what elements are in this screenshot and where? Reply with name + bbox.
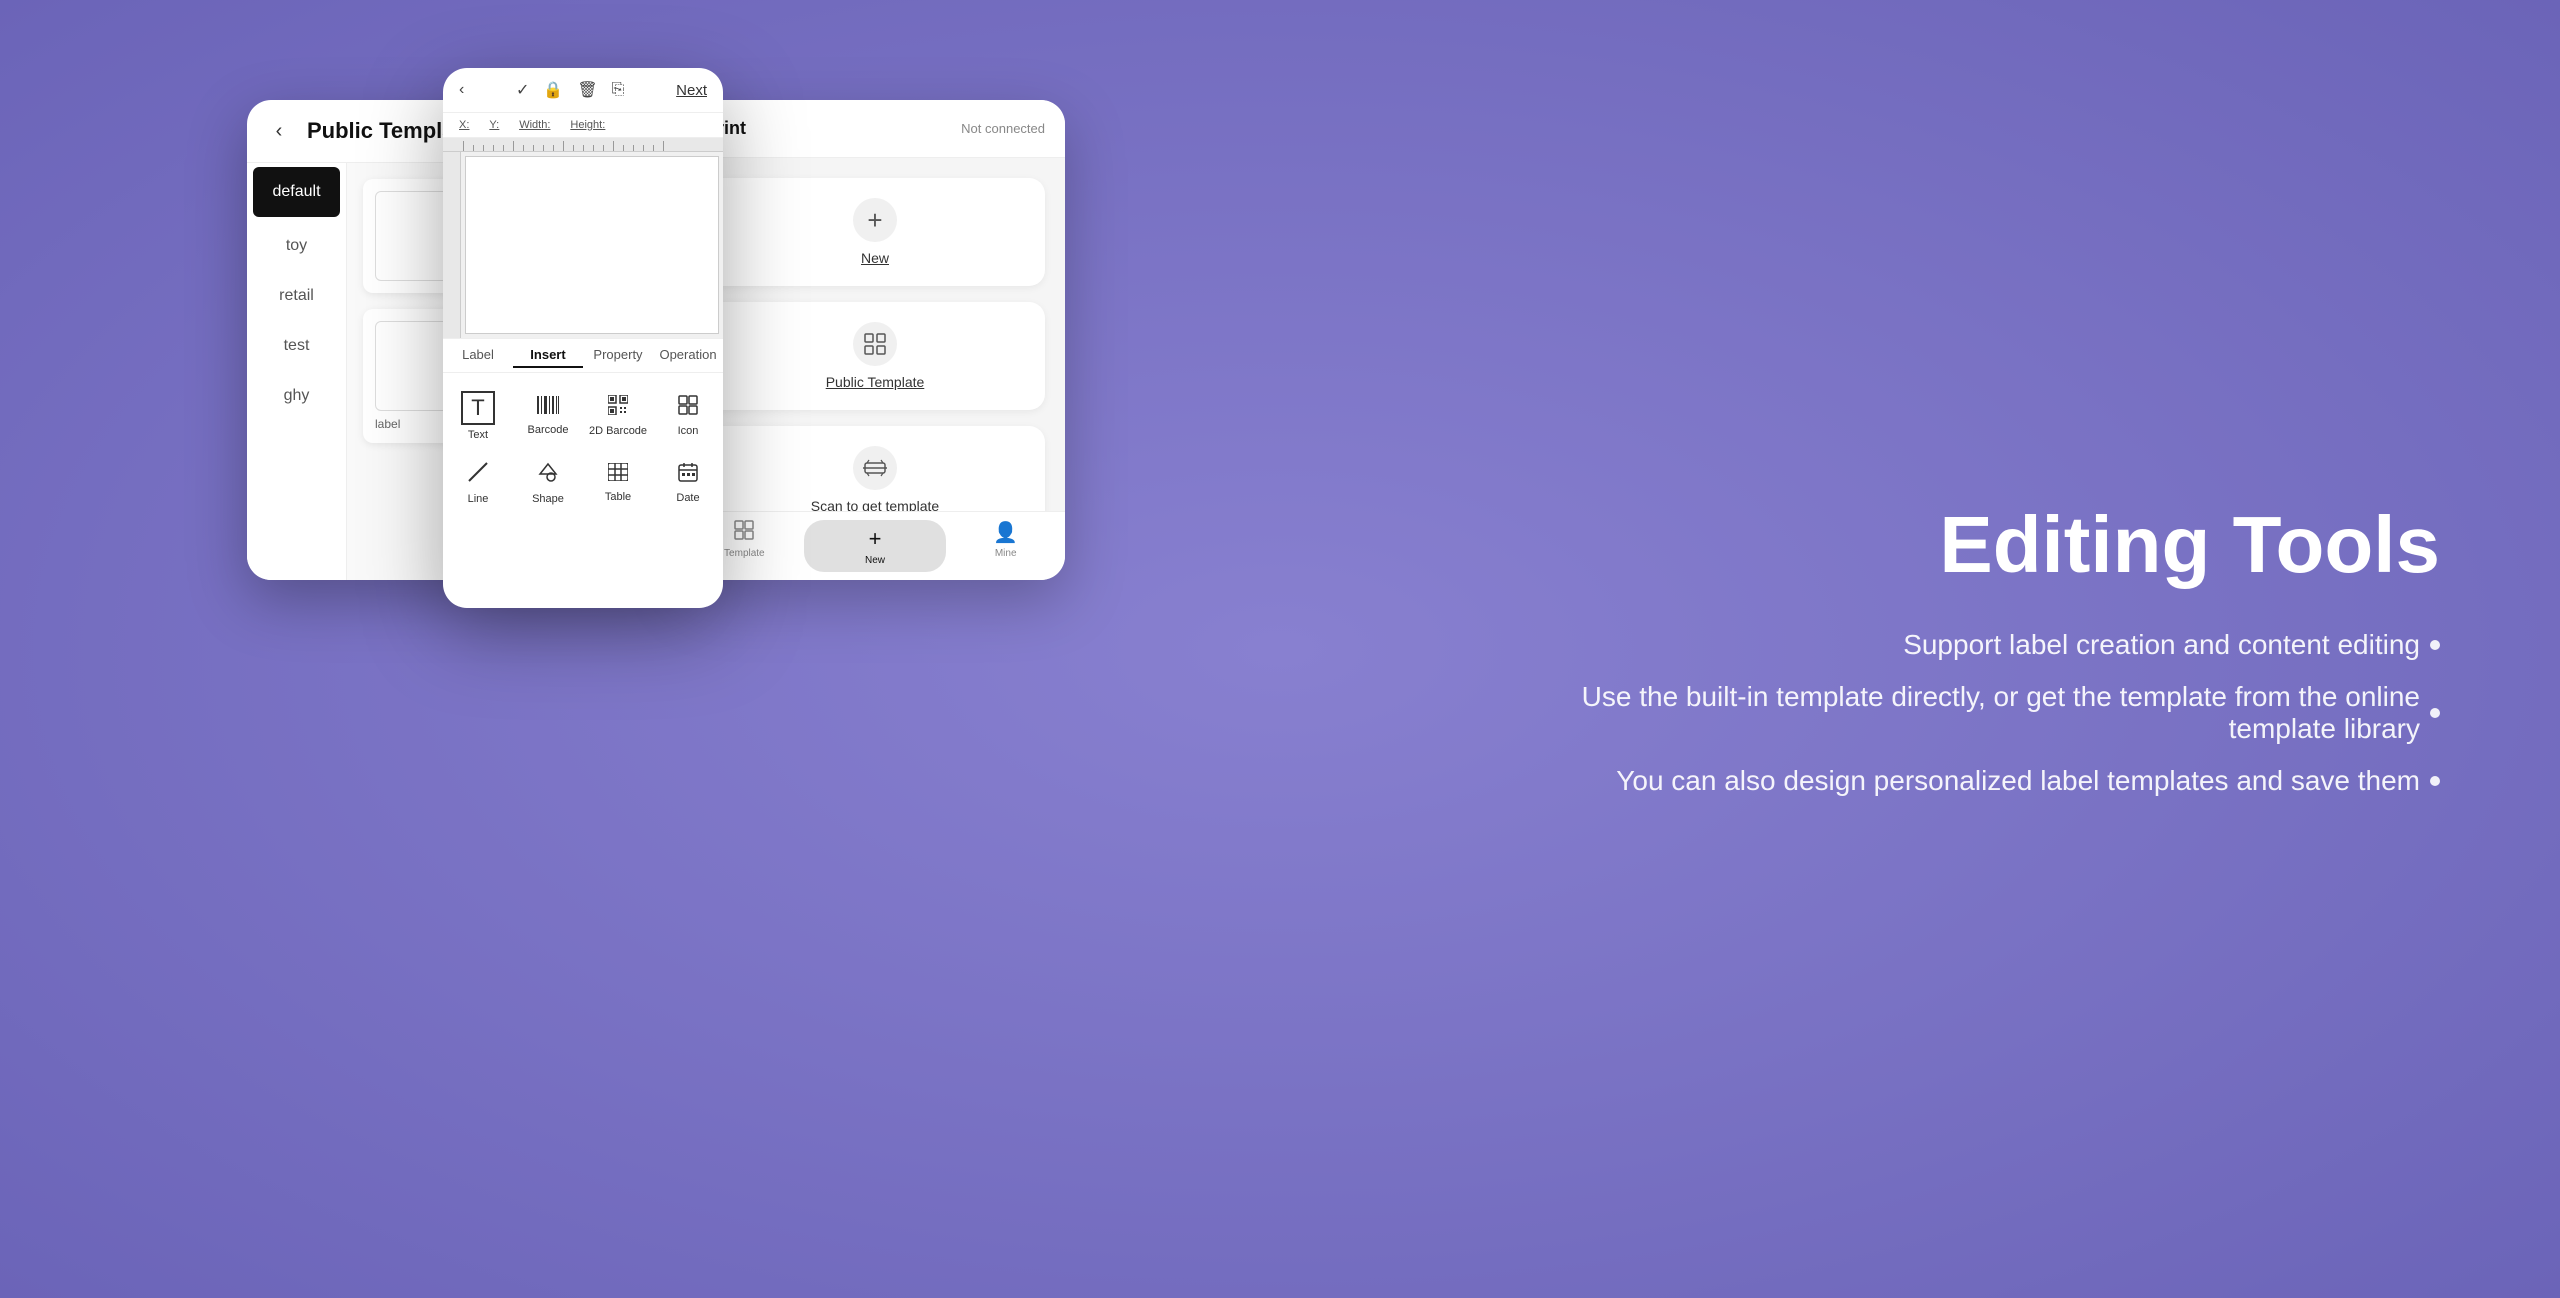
editor-tools-grid: T Text Barcode (443, 373, 723, 523)
coord-width-label: Width: (519, 119, 550, 131)
shape-icon (537, 461, 559, 489)
editor-tabs: Label Insert Property Operation (443, 338, 723, 373)
nav-item-retail[interactable]: retail (247, 271, 346, 321)
bullet-2-text: Use the built-in template directly, or g… (1540, 681, 2420, 745)
tool-date[interactable]: Date (653, 451, 723, 515)
coord-x-label: X: (459, 119, 469, 131)
bullet-3: You can also design personalized label t… (1540, 765, 2440, 797)
tab-label[interactable]: Label (443, 347, 513, 368)
table-icon (608, 463, 628, 487)
print-option-new[interactable]: + New (705, 178, 1045, 286)
print-bottom-nav: Template + New 👤 Mine (685, 511, 1065, 580)
editor-back-icon[interactable]: ‹ (459, 81, 464, 99)
date-label: Date (676, 492, 699, 504)
text-icon: T (461, 391, 494, 425)
editor-header: ‹ ✓ 🔒 🗑 ⎘ Next (443, 68, 723, 113)
phone-mock-print: Print Not connected + New Public Templat… (685, 100, 1065, 580)
back-icon[interactable]: ‹ (267, 119, 291, 143)
nav-item-toy[interactable]: toy (247, 221, 346, 271)
template-bottom-label: Template (724, 548, 765, 559)
checkmark-icon[interactable]: ✓ (516, 80, 529, 100)
date-icon (678, 462, 698, 488)
tab-property[interactable]: Property (583, 347, 653, 368)
right-content-panel: Editing Tools Support label creation and… (1540, 501, 2440, 797)
phone-mock-editor: ‹ ✓ 🔒 🗑 ⎘ Next X: Y: Width: Height: (443, 68, 723, 608)
shape-label: Shape (532, 493, 564, 505)
editing-tools-title: Editing Tools (1540, 501, 2440, 589)
bullet-dot-3 (2430, 776, 2440, 786)
print-header: Print Not connected (685, 100, 1065, 158)
tool-table[interactable]: Table (583, 451, 653, 515)
lock-icon[interactable]: 🔒 (543, 80, 563, 100)
ruler-side (443, 152, 461, 338)
editor-canvas[interactable] (465, 156, 719, 334)
new-bottom-icon: + (869, 526, 882, 552)
nav-item-ghy[interactable]: ghy (247, 371, 346, 421)
public-template-label: Public Template (826, 374, 925, 390)
scan-icon (853, 446, 897, 490)
print-options: + New Public Template (685, 158, 1065, 554)
bullet-dot-1 (2430, 640, 2440, 650)
tool-line[interactable]: Line (443, 451, 513, 515)
line-icon (467, 461, 489, 489)
2d-barcode-icon (608, 395, 628, 421)
bullet-2: Use the built-in template directly, or g… (1540, 681, 2440, 745)
label-text-label: label (375, 417, 400, 431)
text-label: Text (468, 429, 488, 441)
tool-text[interactable]: T Text (443, 381, 513, 451)
nav-item-default[interactable]: default (253, 167, 340, 217)
tool-2d-barcode[interactable]: 2D Barcode (583, 381, 653, 451)
barcode-label: Barcode (528, 424, 569, 436)
tool-barcode[interactable]: Barcode (513, 381, 583, 451)
bullet-1: Support label creation and content editi… (1540, 629, 2440, 661)
mine-bottom-icon: 👤 (993, 520, 1018, 545)
next-button[interactable]: Next (676, 82, 707, 99)
tab-insert[interactable]: Insert (513, 347, 583, 368)
new-bottom-label: New (865, 555, 885, 566)
new-label: New (861, 250, 889, 266)
tool-shape[interactable]: Shape (513, 451, 583, 515)
new-icon: + (853, 198, 897, 242)
tab-operation[interactable]: Operation (653, 347, 723, 368)
print-option-public-template[interactable]: Public Template (705, 302, 1045, 410)
bottom-nav-new[interactable]: + New (804, 520, 947, 572)
feature-bullets-list: Support label creation and content editi… (1540, 629, 2440, 797)
bottom-nav-mine[interactable]: 👤 Mine (946, 520, 1065, 572)
template-bottom-icon (734, 520, 754, 545)
bullet-1-text: Support label creation and content editi… (1903, 629, 2420, 661)
trash-icon[interactable]: 🗑 (577, 80, 597, 100)
table-label: Table (605, 491, 631, 503)
editor-coords-bar: X: Y: Width: Height: (443, 113, 723, 138)
editor-canvas-area[interactable] (443, 138, 723, 338)
icon-label: Icon (678, 425, 699, 437)
coord-y-label: Y: (489, 119, 499, 131)
template-category-nav: default toy retail test ghy (247, 163, 347, 580)
line-label: Line (468, 493, 489, 505)
coord-height-label: Height: (570, 119, 605, 131)
tool-icon[interactable]: Icon (653, 381, 723, 451)
mine-bottom-label: Mine (995, 548, 1017, 559)
ruler-top (443, 138, 723, 152)
print-status: Not connected (961, 121, 1045, 136)
barcode-icon (537, 396, 559, 420)
2d-barcode-label: 2D Barcode (589, 425, 647, 437)
editor-action-icons: ✓ 🔒 🗑 ⎘ (516, 80, 624, 100)
bullet-3-text: You can also design personalized label t… (1616, 765, 2420, 797)
icon-icon (678, 395, 698, 421)
copy-icon[interactable]: ⎘ (612, 81, 625, 99)
public-template-icon (853, 322, 897, 366)
nav-item-test[interactable]: test (247, 321, 346, 371)
bullet-dot-2 (2430, 708, 2440, 718)
